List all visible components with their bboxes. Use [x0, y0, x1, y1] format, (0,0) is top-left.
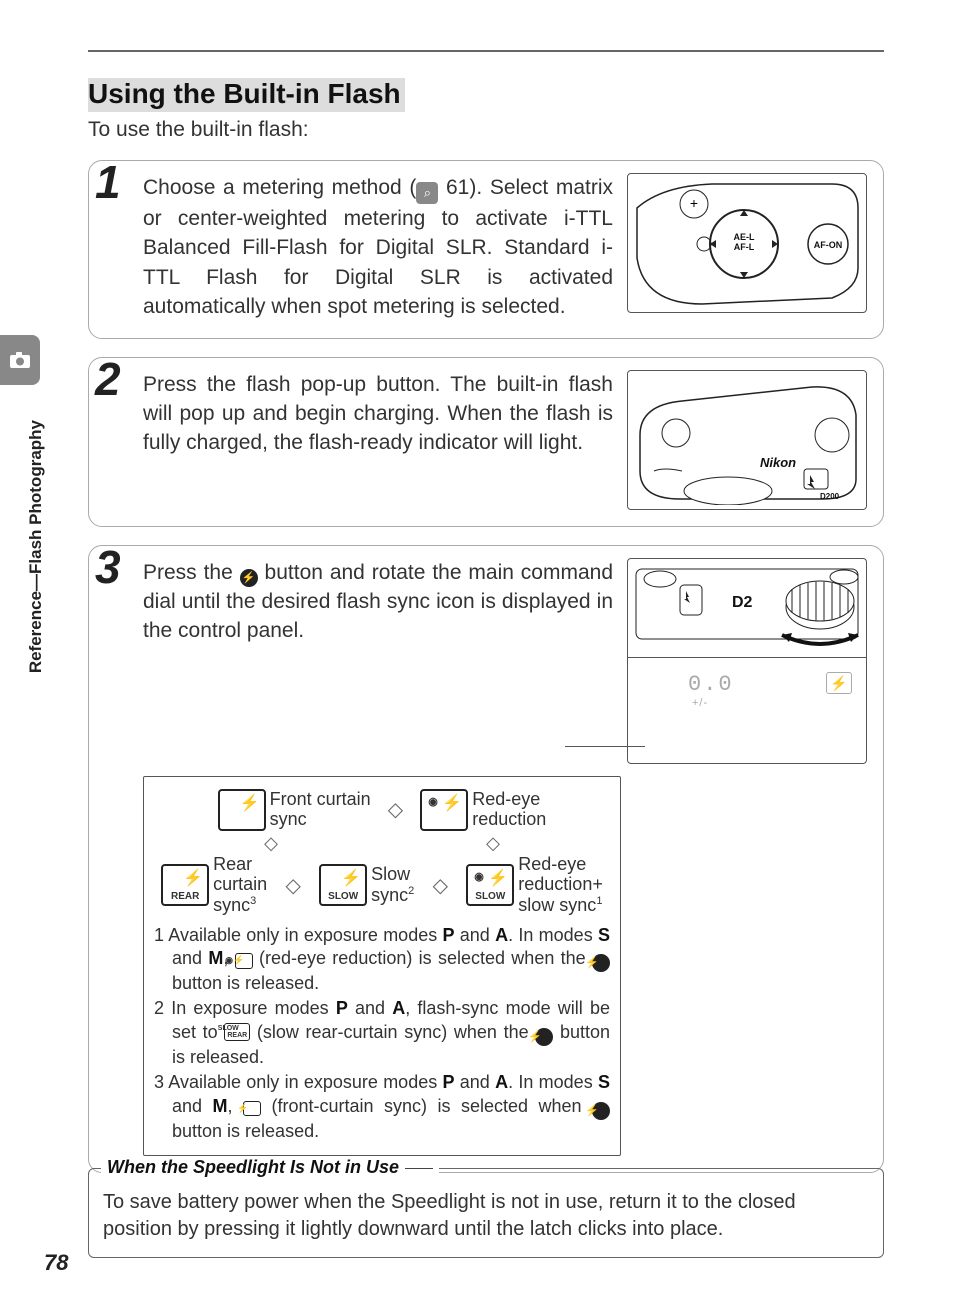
- camera-top-illustration: AE-L AF-L AF-ON +: [627, 173, 867, 313]
- flash-button-icon: ⚡: [592, 1102, 610, 1120]
- flash-button-icon: ⚡: [535, 1028, 553, 1046]
- lcd-flash-icon: ⚡: [826, 672, 852, 694]
- connector-line: [565, 746, 645, 747]
- step-2-text: Press the flash pop-up button. The built…: [143, 370, 613, 458]
- icon-badge: SLOW: [475, 891, 505, 902]
- slow-sync-icon: ⚡SLOW: [319, 864, 367, 906]
- footnotes: 1 Available only in exposure modes P and…: [154, 924, 610, 1143]
- step-3-text: Press the ⚡ button and rotate the main c…: [143, 558, 613, 646]
- flash-mode-diagram: ⚡ Front curtain sync ◇ ◉⚡ Red-eye reduct…: [143, 776, 621, 1156]
- step-number: 1: [95, 159, 121, 205]
- arrow-down-icon: ◇: [264, 837, 278, 850]
- red-eye-icon: ◉⚡: [420, 789, 468, 831]
- arrow-down-icon: ◇: [486, 837, 500, 850]
- arrow-icon: ◇: [388, 797, 403, 822]
- page-ref: 61: [446, 176, 469, 199]
- side-tab-camera-icon: [0, 335, 40, 385]
- note-speedlight-not-in-use: When the Speedlight Is Not in Use To sav…: [88, 1168, 884, 1258]
- camera-perspective-illustration: Nikon D200: [627, 370, 867, 510]
- footnote-1: 1 Available only in exposure modes P and…: [154, 924, 610, 996]
- sidebar-section-label: Reference—Flash Photography: [26, 420, 46, 673]
- icon-badge: REAR: [171, 891, 199, 902]
- camera-persp-svg: Nikon D200: [632, 375, 862, 505]
- camera-top-svg: AE-L AF-L AF-ON +: [632, 178, 862, 308]
- mode-front-curtain: ⚡ Front curtain sync: [218, 789, 371, 831]
- ae-l-label: AE-L: [734, 232, 755, 242]
- red-eye-label: Red-eye reduction: [472, 790, 546, 830]
- flash-button-icon: ⚡: [592, 954, 610, 972]
- camera-dial-svg: D2: [632, 561, 862, 655]
- note-text: To save battery power when the Speedligh…: [103, 1189, 869, 1243]
- footnote-3: 3 Available only in exposure modes P and…: [154, 1071, 610, 1143]
- step-number: 3: [95, 544, 121, 590]
- svg-text:+: +: [690, 195, 698, 211]
- rear-curtain-label: Rear curtain sync3: [213, 855, 267, 915]
- lcd-panel: 0.0 +/- ⚡: [627, 658, 867, 764]
- red-eye-slow-icon: ◉⚡SLOW: [466, 864, 514, 906]
- slow-sync-label: Slow sync2: [371, 865, 414, 906]
- main-content: Using the Built-in Flash To use the buil…: [88, 78, 884, 1173]
- front-curtain-label: Front curtain sync: [270, 790, 371, 830]
- footnote-2: 2 In exposure modes P and A, flash-sync …: [154, 997, 610, 1069]
- brand-label: Nikon: [760, 455, 796, 470]
- arrow-icon: ◇: [433, 873, 448, 898]
- svg-text:AF-L: AF-L: [734, 242, 755, 252]
- top-rule: [88, 50, 884, 52]
- red-eye-small-icon: ◉⚡: [235, 953, 253, 969]
- step-1-text-a: Choose a metering method (: [143, 176, 416, 199]
- page-number: 78: [44, 1250, 68, 1276]
- step-number: 2: [95, 356, 121, 402]
- lcd-digits: 0.0: [688, 672, 734, 697]
- mode-slow-sync: ⚡SLOW Slow sync2: [319, 864, 414, 906]
- icon-badge: SLOW: [328, 891, 358, 902]
- step-1-text: Choose a metering method (⌕ 61). Select …: [143, 173, 613, 322]
- front-curtain-icon: ⚡: [218, 789, 266, 831]
- camera-dial-illustration: D2: [627, 558, 867, 658]
- lcd-sub: +/-: [692, 697, 734, 709]
- arrow-icon: ◇: [285, 873, 300, 898]
- camera-icon: [9, 351, 31, 369]
- model-label: D200: [820, 492, 840, 501]
- step-3: 3 Press the ⚡ button and rotate the main…: [88, 545, 884, 1173]
- step-3-text-a: Press the: [143, 561, 240, 584]
- mode-red-eye: ◉⚡ Red-eye reduction: [420, 789, 546, 831]
- page-ref-icon: ⌕: [416, 182, 438, 204]
- front-curtain-small-icon: ⚡: [243, 1101, 261, 1117]
- red-eye-slow-label: Red-eye reduction+ slow sync1: [518, 855, 603, 915]
- section-intro: To use the built-in flash:: [88, 118, 884, 142]
- slow-rear-small-icon: SLOW REAR: [224, 1023, 250, 1041]
- af-on-label: AF-ON: [814, 240, 843, 250]
- mode-rear-curtain: ⚡REAR Rear curtain sync3: [161, 855, 267, 915]
- step-1: 1 Choose a metering method (⌕ 61). Selec…: [88, 160, 884, 339]
- step-2: 2 Press the flash pop-up button. The bui…: [88, 357, 884, 527]
- note-title: When the Speedlight Is Not in Use: [101, 1157, 439, 1178]
- section-title: Using the Built-in Flash: [88, 78, 405, 112]
- dial-model-label: D2: [732, 594, 753, 611]
- flash-button-icon: ⚡: [240, 569, 258, 587]
- mode-red-eye-slow: ◉⚡SLOW Red-eye reduction+ slow sync1: [466, 855, 603, 915]
- rear-curtain-icon: ⚡REAR: [161, 864, 209, 906]
